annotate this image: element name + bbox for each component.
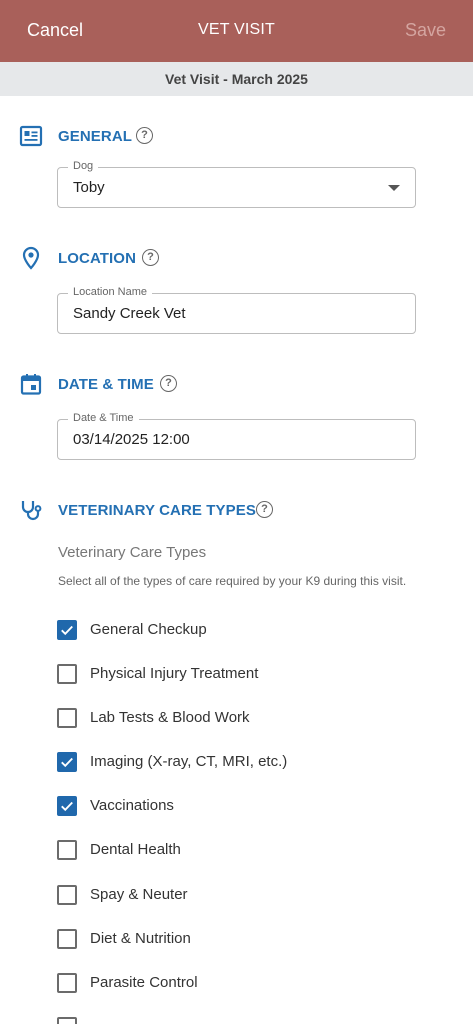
care-types-label: Veterinary Care Types: [58, 544, 207, 561]
care-option[interactable]: Lab Tests & Blood Work: [57, 708, 437, 730]
checkbox[interactable]: [57, 664, 77, 684]
help-icon[interactable]: ?: [142, 249, 159, 266]
care-option-label: Diet & Nutrition: [90, 930, 191, 947]
section-datetime: DATE & TIME ?: [0, 370, 473, 398]
section-title: GENERAL: [58, 128, 133, 145]
care-option[interactable]: Imaging (X-ray, CT, MRI, etc.): [57, 752, 437, 774]
checkbox[interactable]: [57, 796, 77, 816]
care-option-partial[interactable]: [57, 1017, 437, 1024]
care-option[interactable]: Vaccinations: [57, 796, 437, 818]
care-option[interactable]: Parasite Control: [57, 973, 437, 995]
checkbox[interactable]: [57, 885, 77, 905]
checkbox[interactable]: [57, 973, 77, 993]
care-option-label: Lab Tests & Blood Work: [90, 709, 250, 726]
dog-select[interactable]: Dog Toby: [57, 160, 416, 208]
care-option-label: Imaging (X-ray, CT, MRI, etc.): [90, 753, 288, 770]
app-bar: Cancel VET VISIT Save: [0, 0, 473, 62]
checkbox[interactable]: [57, 752, 77, 772]
care-option[interactable]: Diet & Nutrition: [57, 929, 437, 951]
care-option-label: Physical Injury Treatment: [90, 665, 259, 682]
field-value: 03/14/2025 12:00: [73, 431, 190, 448]
checkbox[interactable]: [57, 620, 77, 640]
care-option[interactable]: Dental Health: [57, 840, 437, 862]
care-types-hint: Select all of the types of care required…: [58, 574, 407, 588]
datetime-field[interactable]: Date & Time 03/14/2025 12:00: [57, 412, 416, 460]
checkbox[interactable]: [57, 708, 77, 728]
care-option[interactable]: Physical Injury Treatment: [57, 664, 437, 686]
save-button[interactable]: Save: [405, 20, 446, 41]
field-value: Toby: [73, 179, 105, 196]
care-option-label: Parasite Control: [90, 974, 198, 991]
checkmark-icon: [61, 625, 73, 636]
care-option-label: Dental Health: [90, 841, 181, 858]
care-option-label: Spay & Neuter: [90, 886, 188, 903]
checkbox[interactable]: [57, 929, 77, 949]
stethoscope-icon: [21, 501, 42, 521]
checkmark-icon: [61, 801, 73, 812]
section-title: VETERINARY CARE TYPES: [58, 502, 256, 519]
section-general: GENERAL ?: [0, 122, 473, 150]
help-icon[interactable]: ?: [256, 501, 273, 518]
location-name-field[interactable]: Location Name Sandy Creek Vet: [57, 286, 416, 334]
care-option-label: General Checkup: [90, 621, 207, 638]
checkbox[interactable]: [57, 840, 77, 860]
help-icon[interactable]: ?: [136, 127, 153, 144]
checkmark-icon: [61, 757, 73, 768]
care-option[interactable]: General Checkup: [57, 620, 437, 642]
caret-down-icon: [388, 185, 400, 191]
section-location: LOCATION ?: [0, 244, 473, 272]
section-title: LOCATION: [58, 250, 137, 267]
help-icon[interactable]: ?: [160, 375, 177, 392]
field-label: Date & Time: [68, 412, 139, 424]
location-pin-icon: [22, 246, 40, 270]
section-title: DATE & TIME: [58, 376, 154, 393]
care-option[interactable]: Spay & Neuter: [57, 885, 437, 907]
field-label: Location Name: [68, 286, 152, 298]
field-label: Dog: [68, 160, 99, 172]
checkbox[interactable]: [57, 1017, 77, 1024]
care-option-label: Vaccinations: [90, 797, 174, 814]
section-care-types: VETERINARY CARE TYPES ?: [0, 496, 473, 524]
record-subheader: Vet Visit - March 2025: [0, 62, 473, 96]
page-title: VET VISIT: [197, 21, 276, 38]
id-card-icon: [19, 125, 43, 147]
calendar-icon: [20, 374, 42, 395]
field-value: Sandy Creek Vet: [73, 305, 186, 322]
